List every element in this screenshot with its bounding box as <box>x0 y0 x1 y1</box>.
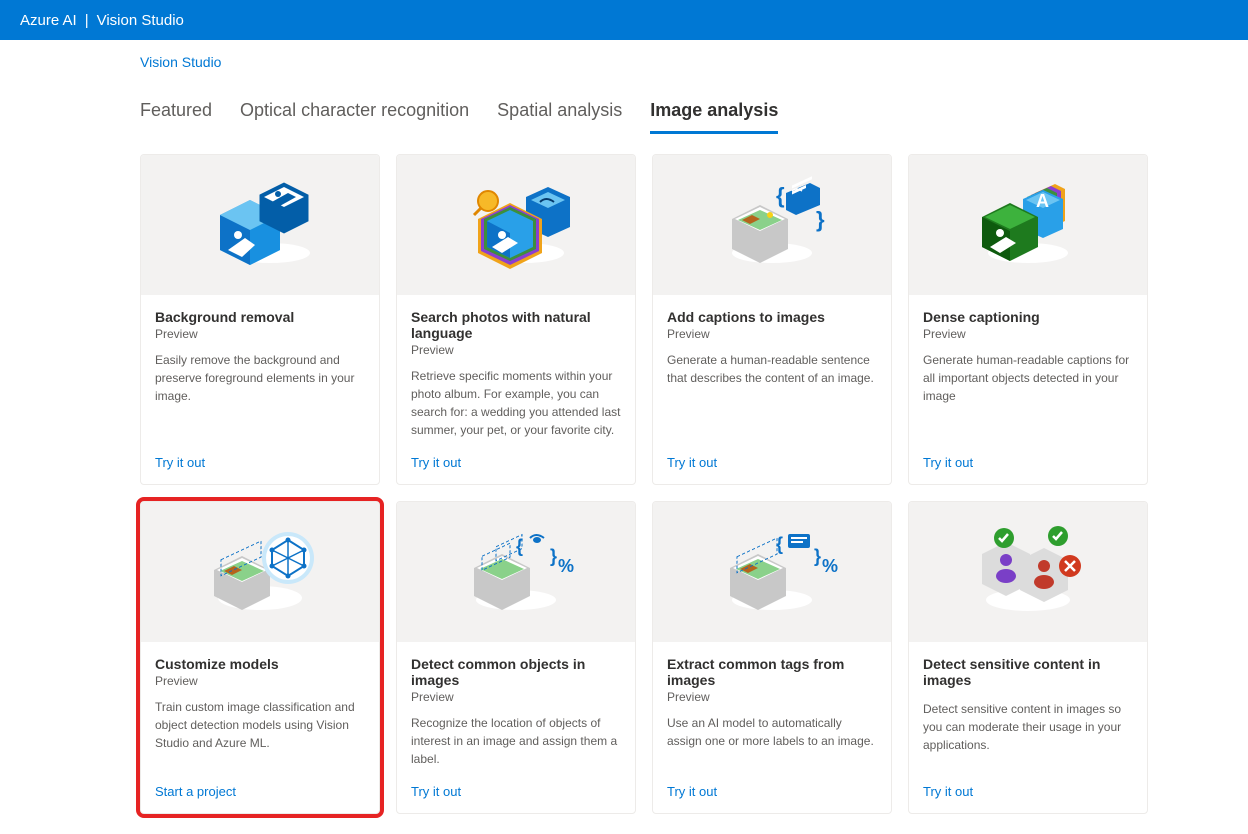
card-sub: Preview <box>411 690 621 704</box>
card-sub: Preview <box>155 674 365 688</box>
card-desc: Generate human-readable captions for all… <box>923 351 1133 439</box>
svg-text:A: A <box>1036 191 1049 211</box>
svg-text:{: { <box>516 536 523 556</box>
svg-text:%: % <box>558 556 574 576</box>
search-photos-icon <box>446 175 586 275</box>
card-title: Detect sensitive content in images <box>923 656 1133 688</box>
card-illustration: { } % <box>397 502 635 642</box>
app-header: Azure AI | Vision Studio <box>0 0 1248 40</box>
main-container: Vision Studio Featured Optical character… <box>0 40 1248 834</box>
card-extract-tags[interactable]: { } % Extract common tags from images Pr… <box>652 501 892 814</box>
card-title: Extract common tags from images <box>667 656 877 688</box>
card-dense-captioning[interactable]: A Dense captioning Preview Generate huma… <box>908 154 1148 485</box>
card-illustration <box>397 155 635 295</box>
card-title: Customize models <box>155 656 365 672</box>
bg-removal-icon <box>190 175 330 275</box>
card-add-captions[interactable]: { } Add captions to images Preview Gener… <box>652 154 892 485</box>
try-it-out-link[interactable]: Try it out <box>667 455 877 470</box>
detect-objects-icon: { } % <box>446 522 586 622</box>
brand-sep: | <box>85 12 89 29</box>
card-sub: Preview <box>667 327 877 341</box>
svg-text:}: } <box>816 207 825 232</box>
card-search-photos[interactable]: Search photos with natural language Prev… <box>396 154 636 485</box>
card-illustration <box>141 155 379 295</box>
svg-text:{: { <box>776 183 785 208</box>
card-sub: Preview <box>155 327 365 341</box>
svg-text:}: } <box>814 546 821 566</box>
card-sensitive-content[interactable]: Detect sensitive content in images Detec… <box>908 501 1148 814</box>
customize-models-icon <box>190 522 330 622</box>
card-illustration: A <box>909 155 1147 295</box>
try-it-out-link[interactable]: Try it out <box>411 455 621 470</box>
svg-text:{: { <box>776 534 783 554</box>
try-it-out-link[interactable]: Try it out <box>155 455 365 470</box>
sensitive-content-icon <box>958 522 1098 622</box>
tab-image-analysis[interactable]: Image analysis <box>650 100 778 134</box>
card-sub: Preview <box>667 690 877 704</box>
card-title: Detect common objects in images <box>411 656 621 688</box>
try-it-out-link[interactable]: Try it out <box>923 784 1133 799</box>
card-desc: Recognize the location of objects of int… <box>411 714 621 768</box>
try-it-out-link[interactable]: Try it out <box>923 455 1133 470</box>
svg-text:%: % <box>822 556 838 576</box>
card-desc: Detect sensitive content in images so yo… <box>923 700 1133 768</box>
try-it-out-link[interactable]: Try it out <box>411 784 621 799</box>
card-illustration: { } % <box>653 502 891 642</box>
svg-text:}: } <box>550 546 557 566</box>
card-sub: Preview <box>923 327 1133 341</box>
card-illustration <box>141 502 379 642</box>
card-detect-objects[interactable]: { } % Detect common objects in images Pr… <box>396 501 636 814</box>
tab-ocr[interactable]: Optical character recognition <box>240 100 469 134</box>
brand-label: Azure AI <box>20 12 77 29</box>
product-label: Vision Studio <box>97 12 184 29</box>
tab-featured[interactable]: Featured <box>140 100 212 134</box>
card-illustration: { } <box>653 155 891 295</box>
card-desc: Generate a human-readable sentence that … <box>667 351 877 439</box>
start-project-link[interactable]: Start a project <box>155 784 365 799</box>
card-sub: Preview <box>411 343 621 357</box>
card-title: Add captions to images <box>667 309 877 325</box>
try-it-out-link[interactable]: Try it out <box>667 784 877 799</box>
tab-spatial[interactable]: Spatial analysis <box>497 100 622 134</box>
card-background-removal[interactable]: Background removal Preview Easily remove… <box>140 154 380 485</box>
card-grid: Background removal Preview Easily remove… <box>140 154 1108 814</box>
card-illustration <box>909 502 1147 642</box>
dense-caption-icon: A <box>958 175 1098 275</box>
card-desc: Easily remove the background and preserv… <box>155 351 365 439</box>
card-title: Background removal <box>155 309 365 325</box>
breadcrumb[interactable]: Vision Studio <box>140 54 1108 70</box>
extract-tags-icon: { } % <box>702 522 842 622</box>
card-title: Search photos with natural language <box>411 309 621 341</box>
tab-bar: Featured Optical character recognition S… <box>140 100 1108 134</box>
card-customize-models[interactable]: Customize models Preview Train custom im… <box>140 501 380 814</box>
card-desc: Retrieve specific moments within your ph… <box>411 367 621 439</box>
card-desc: Train custom image classification and ob… <box>155 698 365 768</box>
card-title: Dense captioning <box>923 309 1133 325</box>
captions-icon: { } <box>702 175 842 275</box>
card-desc: Use an AI model to automatically assign … <box>667 714 877 768</box>
